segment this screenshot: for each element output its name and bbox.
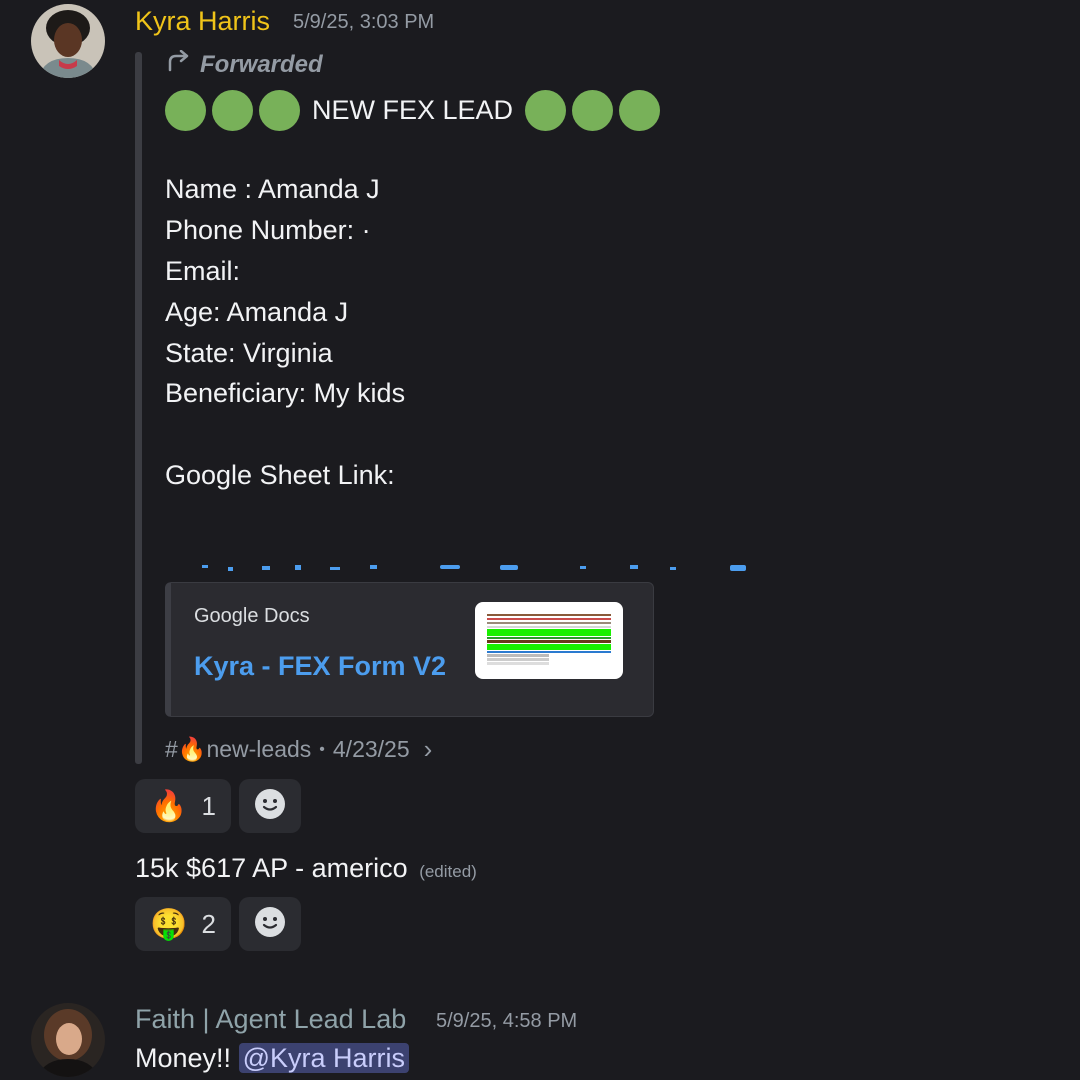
source-date: 4/23/25: [332, 736, 410, 762]
message-timestamp: 5/9/25, 3:03 PM: [293, 11, 435, 33]
green-circle-icon: [259, 89, 300, 131]
embed-provider[interactable]: Google Docs: [194, 605, 310, 628]
green-circle-icon: [572, 89, 614, 131]
forward-source-link[interactable]: #🔥new-leads • 4/23/25 ›: [165, 734, 432, 765]
message-timestamp: 5/9/25, 4:58 PM: [436, 1010, 578, 1032]
sheet-link-clipped[interactable]: [200, 562, 760, 572]
source-channel-name[interactable]: new-leads: [206, 736, 311, 762]
lead-field-phone: Phone Number: ·: [165, 215, 371, 245]
fire-icon: 🔥: [150, 789, 188, 823]
fire-icon: 🔥: [177, 736, 207, 762]
money-mouth-face-icon: 🤑: [150, 907, 188, 941]
smiley-icon: [254, 788, 286, 825]
lead-field-beneficiary: Beneficiary: My kids: [165, 378, 406, 408]
avatar-kyra-harris[interactable]: [31, 4, 105, 78]
embed-thumbnail[interactable]: [475, 602, 623, 679]
forward-arrow-icon: [166, 49, 192, 79]
reaction-fire[interactable]: 🔥 1: [135, 779, 231, 833]
lead-field-name: Name : Amanda J: [165, 174, 380, 204]
author-name[interactable]: Faith | Agent Lead Lab: [135, 1004, 406, 1035]
lead-field-sheet-link: Google Sheet Link:: [165, 460, 395, 490]
reaction-money-mouth[interactable]: 🤑 2: [135, 897, 231, 951]
author-name[interactable]: Kyra Harris: [135, 6, 270, 37]
message-text: Money!! @Kyra Harris: [135, 1043, 409, 1074]
reaction-count: 2: [201, 908, 216, 939]
message-body: Money!!: [135, 1043, 232, 1073]
chevron-right-icon: ›: [423, 734, 433, 764]
hash-icon: #: [165, 736, 178, 762]
add-reaction-button[interactable]: [239, 779, 301, 833]
lead-field-age: Age: Amanda J: [165, 297, 349, 327]
add-reaction-button[interactable]: [239, 897, 301, 951]
smiley-icon: [254, 906, 286, 943]
link-embed[interactable]: Google Docs Kyra - FEX Form V2: [165, 582, 654, 717]
separator-dot: •: [319, 740, 325, 758]
forward-quote-bar: [135, 52, 142, 764]
green-circle-icon: [165, 89, 206, 131]
lead-title: NEW FEX LEAD: [312, 94, 514, 125]
message-body: 15k $617 AP - americo: [135, 853, 408, 883]
green-circle-icon: [525, 89, 567, 131]
user-mention[interactable]: @Kyra Harris: [238, 1043, 409, 1073]
embed-title-link[interactable]: Kyra - FEX Form V2: [194, 651, 446, 682]
green-circle-icon: [619, 89, 661, 131]
green-circle-icon: [212, 89, 253, 131]
forwarded-text: Forwarded: [200, 50, 323, 78]
lead-title-row: NEW FEX LEAD: [165, 88, 661, 132]
forwarded-label: Forwarded: [166, 49, 323, 79]
message-text: 15k $617 AP - americo (edited): [135, 853, 477, 884]
avatar-faith[interactable]: [31, 1003, 105, 1077]
lead-field-state: State: Virginia: [165, 338, 333, 368]
edited-label: (edited): [419, 862, 477, 881]
lead-field-email: Email:: [165, 256, 241, 286]
reaction-count: 1: [201, 790, 216, 821]
source-channel-prefix: #🔥new-leads: [165, 736, 311, 763]
